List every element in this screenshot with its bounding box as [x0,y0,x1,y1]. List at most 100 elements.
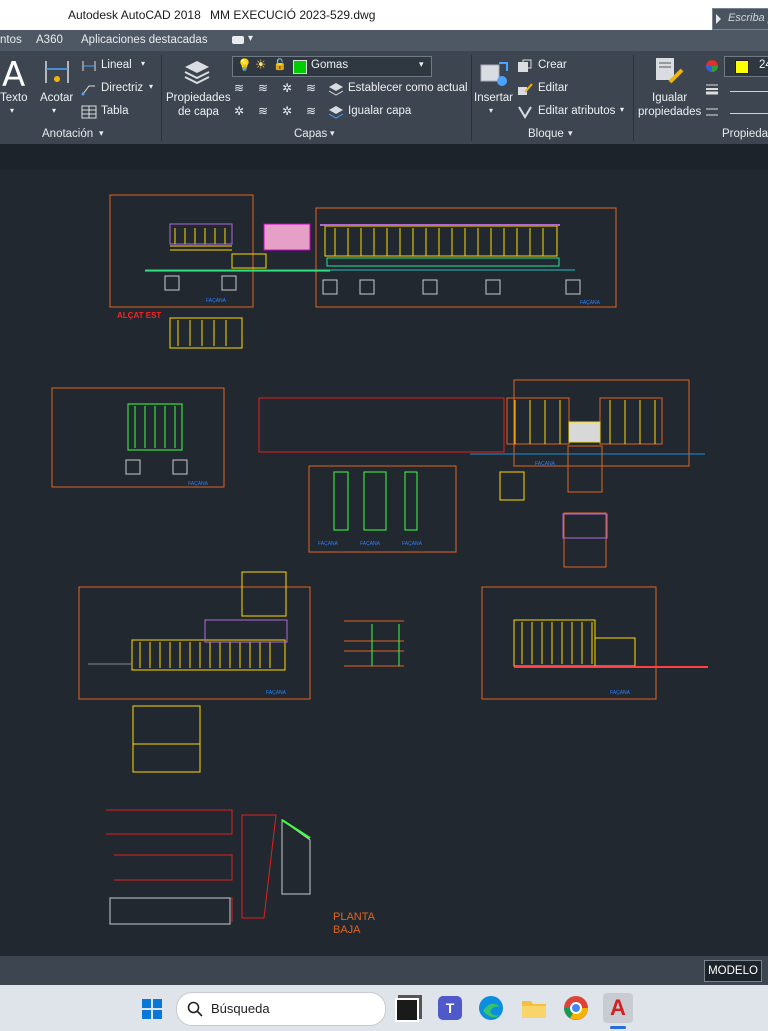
current-layer-name: Gomas [311,59,349,71]
search-expand-icon[interactable] [716,14,721,24]
directriz-icon [81,85,95,96]
capas-expand-icon[interactable]: ▾ [330,128,335,139]
facana-label: FAÇANA [610,690,631,696]
edit-attributes-dropdown-icon[interactable]: ▾ [620,105,624,114]
capas-panel-title[interactable]: Capas ▾ [162,125,470,144]
file-explorer-icon[interactable] [521,997,547,1019]
tab-aplicaciones[interactable]: Aplicaciones destacadas [81,34,208,46]
bloque-panel-title[interactable]: Bloque ▾ [472,125,632,144]
create-block-button[interactable]: Crear [538,59,567,71]
acotar-icon[interactable] [43,57,71,85]
layer-freeze-icon[interactable]: ☀ [255,57,267,73]
edit-attributes-icon [518,106,532,119]
cad-drawing[interactable]: ALÇAT EST PLANTA BAJA FAÇANA FAÇANA FAÇA… [0,170,768,956]
ribbon-tabs: ntos A360 Aplicaciones destacadas ▾ [0,30,768,51]
layer-on-icon[interactable]: 💡 [237,58,252,72]
facana-label: FAÇANA [266,690,287,696]
status-bar [0,956,768,985]
texto-button[interactable]: Texto [0,92,28,104]
layer-tool-icon[interactable]: ✲ [282,104,292,118]
file-name: MM EXECUCIÓ 2023-529.dwg [210,8,376,22]
active-app-indicator [610,1026,626,1029]
search-icon [187,1001,203,1017]
layer-tool-icon[interactable]: ≋ [258,81,268,95]
task-view-icon[interactable] [395,998,419,1022]
layer-tool-icon[interactable]: ≋ [306,104,316,118]
anotacion-expand-icon[interactable]: ▾ [99,128,104,139]
facana-label: FAÇANA [360,541,381,547]
acotar-dropdown-icon[interactable]: ▾ [52,106,56,115]
lineal-icon [82,61,96,71]
layer-properties-label-2[interactable]: de capa [178,106,219,118]
windows-start-icon[interactable] [141,998,163,1020]
layer-dropdown[interactable]: 💡 ☀ 🔓 Gomas ▾ [232,56,432,77]
layer-properties-label-1[interactable]: Propiedades [166,92,231,104]
match-layer-icon [328,106,344,119]
layer-dropdown-chevron-icon[interactable]: ▾ [419,59,424,70]
layer-lock-icon[interactable]: 🔓 [273,58,287,71]
create-block-icon [518,59,532,72]
model-tab-button[interactable]: MODELO [704,960,762,982]
lineal-dropdown-icon[interactable]: ▾ [141,59,145,68]
chrome-browser-icon[interactable] [563,995,589,1021]
texto-dropdown-icon[interactable]: ▾ [10,106,14,115]
ribbon-toggle-icon[interactable] [232,36,244,44]
layer-tool-icon[interactable]: ✲ [282,81,292,95]
insert-block-icon[interactable] [478,57,510,87]
layer-tool-icon[interactable]: ≋ [234,81,244,95]
edit-block-button[interactable]: Editar [538,82,568,94]
drawing-canvas[interactable]: ALÇAT EST PLANTA BAJA FAÇANA FAÇANA FAÇA… [0,170,768,956]
taskbar-search-box[interactable]: Búsqueda [176,992,386,1026]
set-current-layer-icon [328,83,344,96]
directriz-dropdown-icon[interactable]: ▾ [149,82,153,91]
layer-tool-icon[interactable]: ✲ [234,104,244,118]
lineweight-icon [706,84,718,95]
help-search-box[interactable]: Escriba p [712,8,768,30]
autocad-taskbar-button[interactable]: A [603,993,633,1023]
facana-label: FAÇANA [318,541,339,547]
match-properties-label-2[interactable]: propiedades [638,106,701,118]
title-bar: Autodesk AutoCAD 2018 MM EXECUCIÓ 2023-5… [0,0,768,30]
color-wheel-icon [706,60,718,72]
facana-label: FAÇANA [206,298,227,304]
anotacion-panel-title[interactable]: Anotación ▾ [0,125,160,144]
insert-dropdown-icon[interactable]: ▾ [489,106,493,115]
capas-panel-label: Capas [294,128,328,140]
ribbon-toggle-chevron-icon[interactable]: ▾ [248,33,253,44]
color-value: 24 [759,59,768,71]
edit-attributes-button[interactable]: Editar atributos [538,105,615,117]
layer-properties-icon[interactable] [181,57,213,87]
insert-button[interactable]: Insertar [474,92,513,104]
taskbar-search-label: Búsqueda [211,1001,270,1016]
facana-label: FAÇANA [188,481,209,487]
tab-a360[interactable]: A360 [36,34,63,46]
bloque-expand-icon[interactable]: ▾ [568,128,573,139]
match-properties-label-1[interactable]: Igualar [652,92,687,104]
drawing-tab-bar [0,144,768,170]
bloque-panel-label: Bloque [528,128,564,140]
match-properties-icon[interactable] [654,56,684,86]
teams-icon[interactable]: T [438,996,462,1020]
match-layer-button[interactable]: Igualar capa [348,105,411,117]
label-alcat-est: ALÇAT EST [117,311,161,320]
autocad-icon: A [610,995,626,1020]
set-current-layer-button[interactable]: Establecer como actual [348,82,468,94]
tabla-button[interactable]: Tabla [101,105,129,117]
color-dropdown[interactable]: 24 [724,56,768,77]
tab-complementos[interactable]: ntos [0,34,22,46]
propiedades-panel-label: Propiedad [722,128,768,140]
anotacion-panel-label: Anotación [42,128,94,140]
app-title: Autodesk AutoCAD 2018 [68,8,201,22]
linetype-dropdown[interactable] [724,105,768,122]
linetype-line [730,113,768,114]
lineal-button[interactable]: Lineal [101,59,132,71]
edge-browser-icon[interactable] [478,995,504,1021]
layer-tool-icon[interactable]: ≋ [306,81,316,95]
acotar-button[interactable]: Acotar [40,92,73,104]
layer-tool-icon[interactable]: ≋ [258,104,268,118]
facana-label: FAÇANA [580,300,601,306]
text-icon[interactable]: A [2,55,25,95]
directriz-button[interactable]: Directriz [101,82,143,94]
propiedades-panel-title[interactable]: Propiedad [634,125,768,144]
lineweight-dropdown[interactable] [724,83,768,100]
